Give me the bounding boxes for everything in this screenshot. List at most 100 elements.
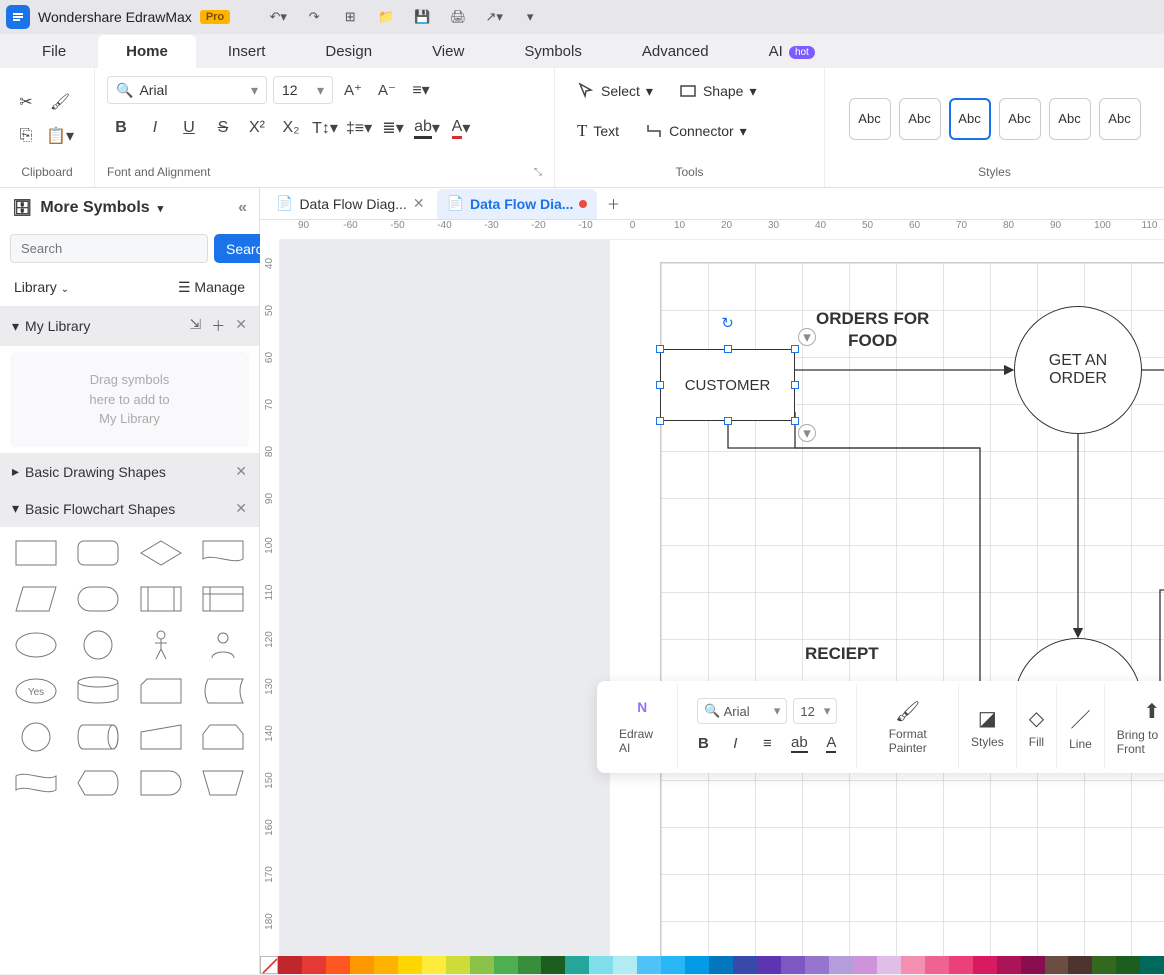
float-line-button[interactable]: ／ Line — [1056, 685, 1104, 769]
bullets-button[interactable]: ≣▾ — [379, 114, 407, 142]
float-bold-button[interactable]: B — [690, 730, 716, 756]
font-color-button[interactable]: A▾ — [447, 114, 475, 142]
basic-drawing-category[interactable]: ▸ Basic Drawing Shapes ✕ — [0, 453, 259, 490]
color-swatch[interactable] — [374, 956, 398, 974]
menu-insert[interactable]: Insert — [200, 35, 294, 68]
symbol-search-input[interactable] — [10, 234, 208, 263]
shape-loop-limit[interactable] — [195, 721, 251, 753]
superscript-button[interactable]: X² — [243, 114, 271, 142]
edraw-ai-button[interactable]: ᴺ Edraw AI — [607, 685, 677, 769]
menu-advanced[interactable]: Advanced — [614, 35, 737, 68]
shape-circle[interactable] — [70, 629, 126, 661]
style-preset-3[interactable]: Abc — [949, 98, 991, 140]
bring-to-front-button[interactable]: ⬆ Bring to Front — [1104, 685, 1164, 769]
print-button[interactable]: 🖨 — [444, 3, 472, 31]
shape-internal-storage[interactable] — [195, 583, 251, 615]
close-icon[interactable]: ✕ — [235, 500, 247, 517]
color-swatch[interactable] — [446, 956, 470, 974]
color-swatch[interactable] — [805, 956, 829, 974]
color-swatch[interactable] — [1092, 956, 1116, 974]
new-button[interactable]: ⊞ — [336, 3, 364, 31]
shape-decision[interactable] — [133, 537, 189, 569]
resize-handle[interactable] — [656, 381, 664, 389]
format-painter-button[interactable]: 🖌 — [46, 88, 74, 116]
color-swatch[interactable] — [278, 956, 302, 974]
color-swatch[interactable] — [637, 956, 661, 974]
shape-display[interactable] — [70, 767, 126, 799]
color-swatch[interactable] — [1140, 956, 1164, 974]
shape-connector[interactable] — [8, 721, 64, 753]
shape-terminator[interactable] — [70, 583, 126, 615]
menu-ai[interactable]: AI hot — [741, 35, 843, 68]
color-swatch[interactable] — [709, 956, 733, 974]
color-swatch[interactable] — [1021, 956, 1045, 974]
canvas[interactable]: CUSTOMER ↻ ▾ ▾ ORDERS FOR FOOD — [280, 240, 1164, 974]
shape-ellipse[interactable] — [8, 629, 64, 661]
color-swatch[interactable] — [350, 956, 374, 974]
shape-yes[interactable]: Yes — [8, 675, 64, 707]
close-icon[interactable]: ✕ — [235, 463, 247, 480]
shape-database[interactable] — [70, 675, 126, 707]
shape-document[interactable] — [195, 537, 251, 569]
color-swatch[interactable] — [589, 956, 613, 974]
float-italic-button[interactable]: I — [722, 730, 748, 756]
shape-manual-input[interactable] — [133, 721, 189, 753]
float-fill-button[interactable]: ◇ Fill — [1016, 685, 1056, 769]
shape-predefined[interactable] — [133, 583, 189, 615]
color-swatch[interactable] — [949, 956, 973, 974]
color-swatch[interactable] — [1045, 956, 1069, 974]
lib-export-icon[interactable]: ⇲ — [190, 316, 202, 336]
text-tool[interactable]: T Text — [567, 116, 629, 146]
document-tab-1[interactable]: 📄 Data Flow Diag... ✕ — [266, 189, 435, 219]
my-library-category[interactable]: ▾ My Library ⇲ ＋ ✕ — [0, 306, 259, 346]
manage-link[interactable]: ☰ Manage — [178, 279, 245, 296]
undo-button[interactable]: ↶▾ — [264, 3, 292, 31]
color-swatch[interactable] — [901, 956, 925, 974]
bold-button[interactable]: B — [107, 114, 135, 142]
shape-user[interactable] — [195, 629, 251, 661]
more-symbols-header[interactable]: 🗄 More Symbols ▾ « — [0, 188, 259, 228]
color-swatch[interactable] — [925, 956, 949, 974]
shape-stored-data[interactable] — [195, 675, 251, 707]
font-size-select[interactable]: 12 ▾ — [273, 76, 333, 104]
shape-card[interactable] — [133, 675, 189, 707]
menu-symbols[interactable]: Symbols — [496, 35, 610, 68]
node-get-order[interactable]: GET AN ORDER — [1014, 306, 1142, 434]
text-direction-button[interactable]: T↕▾ — [311, 114, 339, 142]
color-swatch[interactable] — [565, 956, 589, 974]
shape-data[interactable] — [8, 583, 64, 615]
my-library-dropzone[interactable]: Drag symbols here to add to My Library — [10, 352, 249, 447]
subscript-button[interactable]: X₂ — [277, 114, 305, 142]
color-swatch[interactable] — [302, 956, 326, 974]
resize-handle[interactable] — [791, 417, 799, 425]
float-font-select[interactable]: 🔍 Arial ▾ — [697, 698, 787, 724]
menu-home[interactable]: Home — [98, 35, 196, 68]
color-swatch[interactable] — [1068, 956, 1092, 974]
highlight-button[interactable]: ab▾ — [413, 114, 441, 142]
resize-handle[interactable] — [791, 381, 799, 389]
color-swatch[interactable] — [781, 956, 805, 974]
document-tab-2[interactable]: 📄 Data Flow Dia... — [437, 189, 598, 219]
paste-button[interactable]: 📋▾ — [46, 122, 74, 150]
color-swatch[interactable] — [470, 956, 494, 974]
color-swatch[interactable] — [877, 956, 901, 974]
resize-handle[interactable] — [724, 417, 732, 425]
expand-icon[interactable]: ⤡ — [534, 167, 542, 178]
copy-button[interactable]: ⎘ — [12, 122, 40, 150]
color-swatch[interactable] — [422, 956, 446, 974]
save-button[interactable]: 💾 — [408, 3, 436, 31]
color-swatch[interactable] — [661, 956, 685, 974]
decrease-font-button[interactable]: A⁻ — [373, 76, 401, 104]
color-swatch[interactable] — [613, 956, 637, 974]
float-size-select[interactable]: 12 ▾ — [793, 698, 837, 724]
align-para-button[interactable]: ≡▾ — [407, 76, 435, 104]
color-swatch[interactable] — [685, 956, 709, 974]
float-styles-button[interactable]: ◪ Styles — [958, 685, 1016, 769]
float-align-button[interactable]: ≡ — [754, 730, 780, 756]
shape-direct-data[interactable] — [70, 721, 126, 753]
style-preset-4[interactable]: Abc — [999, 98, 1041, 140]
float-highlight-button[interactable]: ab — [786, 730, 812, 756]
more-quickaccess[interactable]: ▾ — [516, 3, 544, 31]
italic-button[interactable]: I — [141, 114, 169, 142]
float-font-color-button[interactable]: A — [818, 730, 844, 756]
